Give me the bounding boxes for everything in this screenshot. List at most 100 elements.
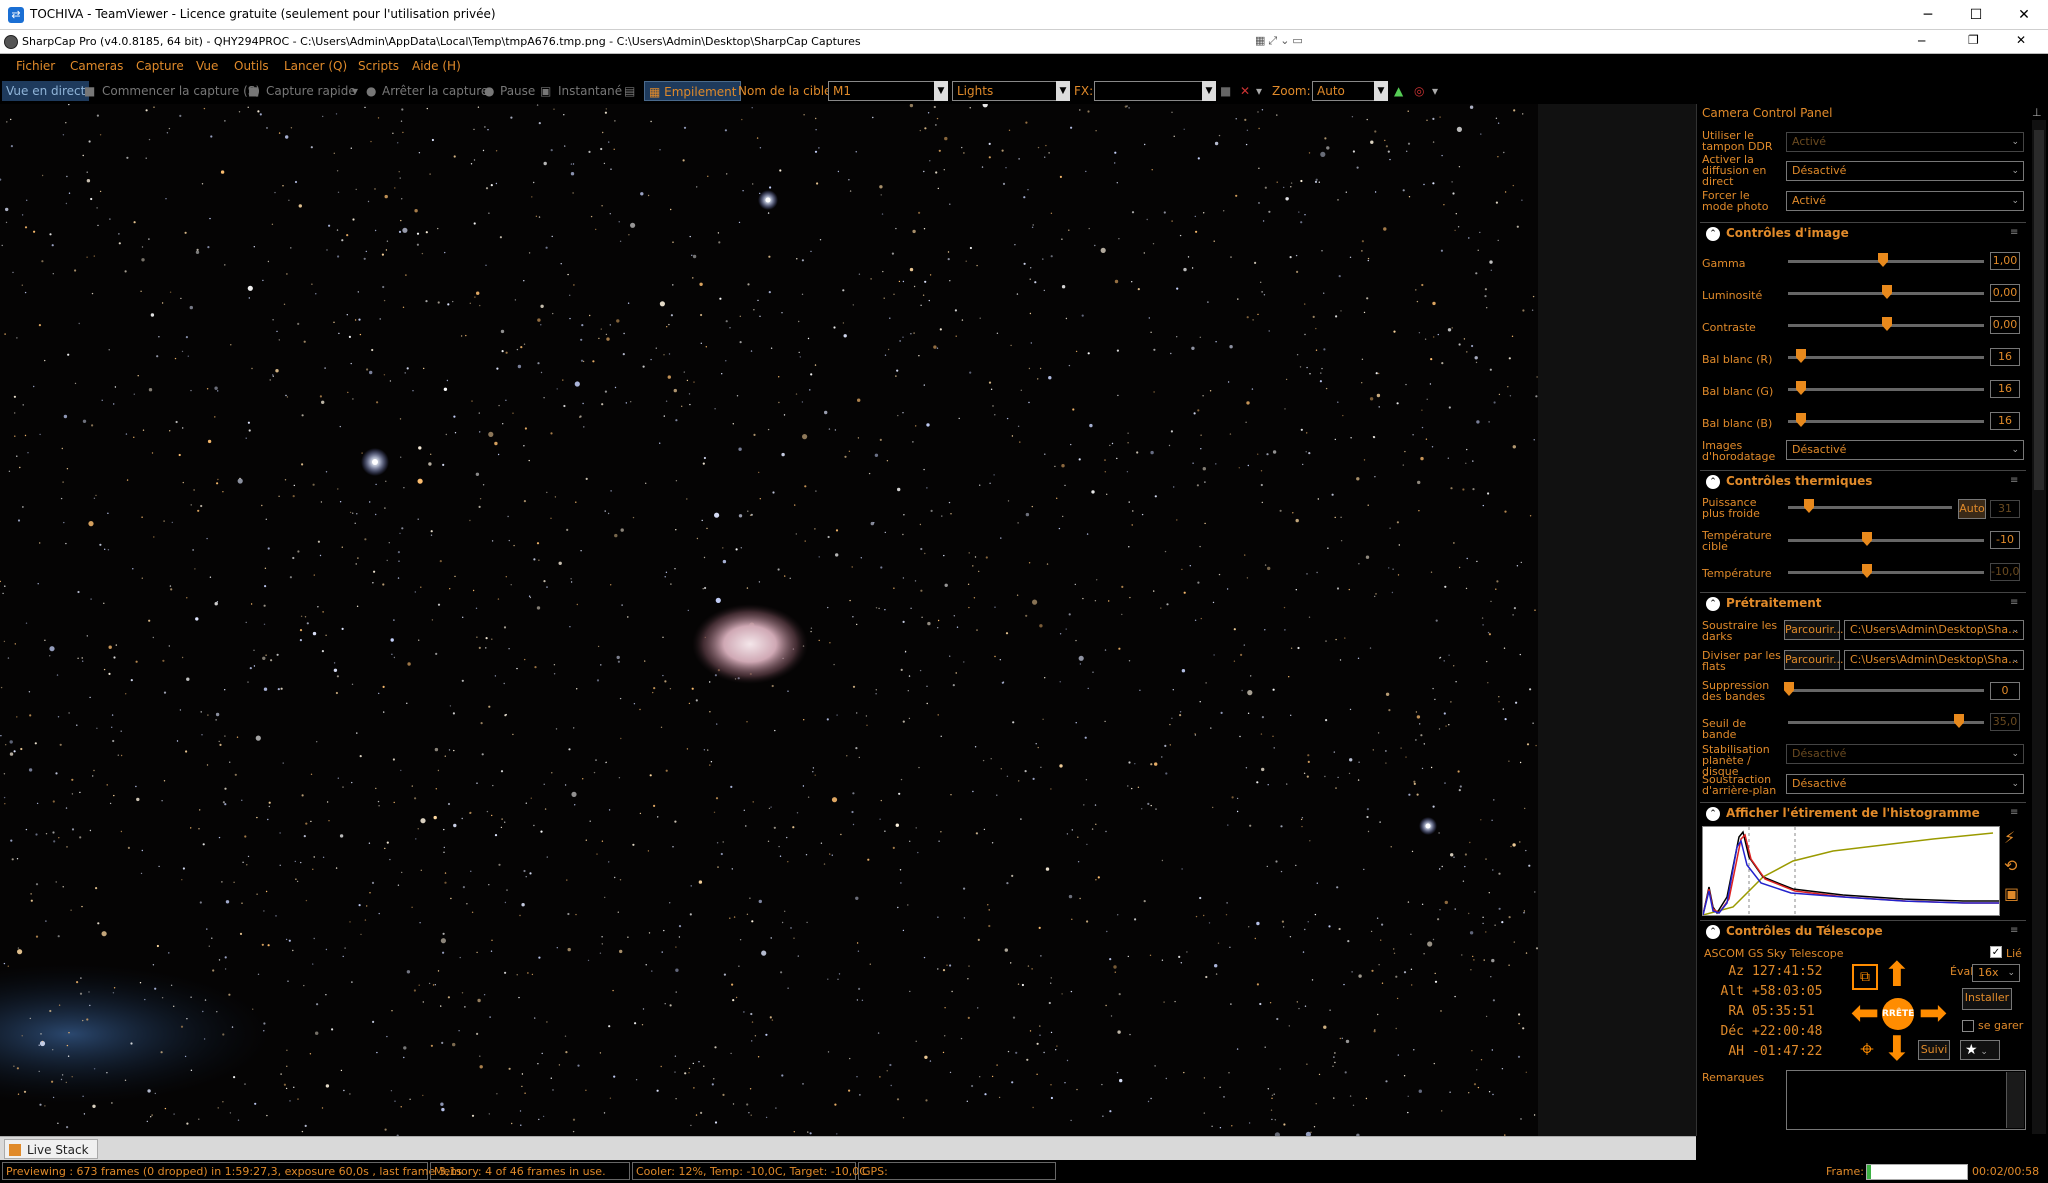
ddr-buffer-select[interactable]: Activé ⌄ [1786, 132, 2024, 152]
target-temp-value[interactable]: -10 [1990, 531, 2020, 549]
fx-select[interactable] [1094, 81, 1206, 101]
slider-track[interactable] [1788, 420, 1984, 423]
pause-button[interactable]: Pause [500, 84, 535, 98]
west-arrow-button[interactable]: ⬅ [1848, 996, 1882, 1030]
app-restore-button[interactable]: ❐ [1968, 33, 1979, 47]
target-icon[interactable]: ⌖ [1852, 1032, 1882, 1066]
notes-textarea[interactable] [1786, 1070, 2026, 1130]
menu-fichier[interactable]: Fichier [16, 59, 55, 73]
reticle-icon[interactable]: ✕ [1240, 84, 1250, 98]
remote-tools-icons[interactable]: ▦⤢⌄▭ [1255, 34, 1325, 50]
menu-grip-icon[interactable]: ≡ [2010, 227, 2018, 238]
reticle-dropdown-icon[interactable]: ▾ [1256, 84, 1262, 98]
star-dropdown[interactable]: ★ ⌄ [1960, 1040, 2000, 1060]
image-controls-header[interactable]: ⌃ Contrôles d'image ≡ [1700, 222, 2026, 244]
goto-icon[interactable]: ⧉ [1852, 964, 1878, 990]
target-temp-track[interactable] [1788, 539, 1984, 542]
darks-path-select[interactable]: C:\Users\Admin\Desktop\Sha... ⌄ [1844, 620, 2024, 640]
fx-dropdown-arrow[interactable]: ▼ [1202, 81, 1216, 101]
darks-browse-button[interactable]: Parcourir... [1784, 620, 1844, 640]
slider-track[interactable] [1788, 388, 1984, 391]
install-button[interactable]: Installer [1962, 988, 2012, 1010]
linked-checkbox[interactable]: ✓ [1990, 946, 2002, 958]
collapse-icon[interactable]: ⌃ [1706, 597, 1720, 611]
band-threshold-value[interactable]: 35,0 [1990, 713, 2020, 731]
cooler-power-value[interactable]: 31 [1990, 500, 2020, 518]
telescope-header[interactable]: ⌃ Contrôles du Télescope ≡ [1700, 920, 2026, 942]
cooler-auto-button[interactable]: Auto [1958, 499, 1986, 519]
pin-icon[interactable]: ⊥ [2032, 106, 2042, 119]
live-view-button[interactable]: Vue en direct [2, 81, 90, 101]
slider-value[interactable]: 0,00 [1990, 284, 2020, 302]
slider-value[interactable]: 16 [1990, 380, 2020, 398]
park-checkbox[interactable] [1962, 1020, 1974, 1032]
collapse-icon[interactable]: ⌃ [1706, 227, 1720, 241]
frame-type-select[interactable]: Lights [952, 81, 1064, 101]
live-stream-select[interactable]: Désactivé ⌄ [1786, 161, 2024, 181]
panel-scrollbar[interactable] [2032, 120, 2046, 1134]
app-close-button[interactable]: ✕ [2016, 33, 2026, 47]
stabilize-select[interactable]: Désactivé ⌄ [1786, 744, 2024, 764]
focus-dropdown-icon[interactable]: ▾ [1432, 84, 1438, 98]
menu-cameras[interactable]: Cameras [70, 59, 123, 73]
quick-capture-button[interactable]: Capture rapide [266, 84, 356, 98]
background-sub-select[interactable]: Désactivé ⌄ [1786, 774, 2024, 794]
slider-value[interactable]: 1,00 [1990, 252, 2020, 270]
menu-lancer[interactable]: Lancer (Q) [284, 59, 347, 73]
minimize-button[interactable]: ─ [1904, 0, 1952, 30]
reset-icon[interactable]: ⟲ [2004, 856, 2017, 875]
snapshot-button[interactable]: Instantané [558, 84, 622, 98]
stacking-button[interactable]: ▦ Empilement [644, 81, 742, 101]
focus-icon[interactable]: ◎ [1414, 84, 1424, 98]
south-arrow-button[interactable]: ⬇ [1880, 1032, 1914, 1066]
frame-type-dropdown-arrow[interactable]: ▼ [1056, 81, 1070, 101]
menu-grip-icon[interactable]: ≡ [2010, 807, 2018, 818]
lightning-icon[interactable]: ⚡ [2004, 828, 2015, 847]
zoom-dropdown-arrow[interactable]: ▼ [1374, 81, 1388, 101]
menu-outils[interactable]: Outils [234, 59, 269, 73]
photo-mode-select[interactable]: Activé ⌄ [1786, 191, 2024, 211]
stop-capture-button[interactable]: Arrêter la capture [382, 84, 488, 98]
timestamp-select[interactable]: Désactivé ⌄ [1786, 440, 2024, 460]
slider-value[interactable]: 16 [1990, 412, 2020, 430]
chevron-down-icon[interactable]: ▾ [352, 84, 358, 98]
preprocess-header[interactable]: ⌃ Prétraitement ≡ [1700, 592, 2026, 614]
target-dropdown-arrow[interactable]: ▼ [934, 81, 948, 101]
camera-image-view[interactable] [0, 104, 1538, 1136]
slider-track[interactable] [1788, 356, 1984, 359]
flats-browse-button[interactable]: Parcourir... [1784, 650, 1844, 670]
app-minimize-button[interactable]: ─ [1918, 34, 1925, 48]
tab-live-stack[interactable]: Live Stack [4, 1139, 98, 1159]
menu-grip-icon[interactable]: ≡ [2010, 475, 2018, 486]
collapse-icon[interactable]: ⌃ [1706, 925, 1720, 939]
histogram-icon[interactable]: ▲ [1394, 84, 1403, 98]
stop-button[interactable]: RRÊTE [1882, 998, 1914, 1030]
histogram-plot[interactable] [1702, 826, 2000, 916]
north-arrow-button[interactable]: ⬆ [1880, 958, 1914, 992]
menu-scripts[interactable]: Scripts [358, 59, 399, 73]
menu-grip-icon[interactable]: ≡ [2010, 597, 2018, 608]
menu-capture[interactable]: Capture [136, 59, 184, 73]
menu-grip-icon[interactable]: ≡ [2010, 925, 2018, 936]
evaluate-select[interactable]: 16x ⌄ [1972, 964, 2020, 982]
slider-value[interactable]: 16 [1990, 348, 2020, 366]
banding-value[interactable]: 0 [1990, 682, 2020, 700]
east-arrow-button[interactable]: ➡ [1916, 996, 1950, 1030]
collapse-icon[interactable]: ⌃ [1706, 475, 1720, 489]
display-icon[interactable]: ▤ [624, 84, 635, 98]
close-button[interactable]: ✕ [2000, 0, 2048, 30]
banding-track[interactable] [1788, 689, 1984, 692]
flats-path-select[interactable]: C:\Users\Admin\Desktop\Sha... ⌄ [1844, 650, 2024, 670]
zoom-select[interactable]: Auto [1312, 81, 1376, 101]
notes-scrollbar[interactable] [2006, 1072, 2024, 1128]
histogram-header[interactable]: ⌃ Afficher l'étirement de l'histogramme … [1700, 802, 2026, 824]
collapse-icon[interactable]: ⌃ [1706, 807, 1720, 821]
save-icon[interactable]: ▣ [2004, 884, 2019, 903]
maximize-button[interactable]: ☐ [1952, 0, 2000, 30]
track-button[interactable]: Suivi [1918, 1040, 1950, 1060]
start-capture-button[interactable]: Commencer la capture (S) [102, 84, 260, 98]
target-name-input[interactable]: M1 [828, 81, 938, 101]
menu-vue[interactable]: Vue [196, 59, 218, 73]
menu-aide[interactable]: Aide (H) [412, 59, 461, 73]
thermal-controls-header[interactable]: ⌃ Contrôles thermiques ≡ [1700, 470, 2026, 492]
